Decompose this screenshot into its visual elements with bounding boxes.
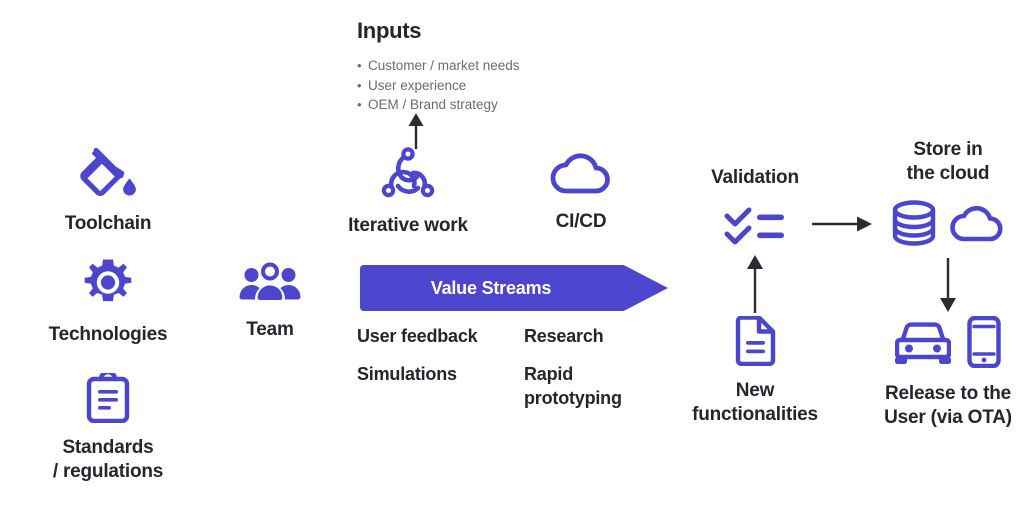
clipboard-icon xyxy=(8,373,208,423)
people-group-icon xyxy=(180,262,360,304)
paint-bucket-icon xyxy=(8,145,208,201)
validation-label: Validation xyxy=(711,167,799,188)
foundation-label-technologies: Technologies xyxy=(48,324,168,345)
release-icons xyxy=(858,316,1024,368)
store-cloud-icons xyxy=(858,200,1024,246)
new-functionalities-block: New functionalities xyxy=(665,316,845,427)
foundation-item-technologies: Technologies xyxy=(8,258,208,347)
cloud-icon xyxy=(500,148,662,198)
practice-label-iterative: Iterative work xyxy=(348,215,468,236)
foundation-item-standards: Standards / regulations xyxy=(8,373,208,484)
practice-item-cicd: CI/CD xyxy=(500,148,662,234)
cloud-outline-icon xyxy=(949,201,1005,245)
value-stream-item-simulations: Simulations xyxy=(357,364,457,384)
gear-icon xyxy=(8,258,208,310)
inputs-title: Inputs xyxy=(357,18,422,43)
arrow-cloud-to-release xyxy=(935,258,961,317)
value-streams-banner: Value Streams xyxy=(354,259,668,317)
foundation-label-toolchain: Toolchain xyxy=(64,213,152,234)
value-stream-item-research: Research xyxy=(524,326,604,346)
car-icon xyxy=(895,319,951,365)
store-cloud-label: Store in the cloud xyxy=(906,139,990,184)
list-item: OEM / Brand strategy xyxy=(357,95,520,115)
foundation-item-toolchain: Toolchain xyxy=(8,145,208,236)
team-label: Team xyxy=(246,319,294,340)
foundation-label-standards: Standards / regulations xyxy=(52,437,164,482)
inputs-block: Inputs Customer / market needs User expe… xyxy=(357,18,520,115)
practice-label-cicd: CI/CD xyxy=(555,211,607,232)
document-icon xyxy=(665,316,845,366)
release-block: Release to the User (via OTA) xyxy=(858,316,1024,430)
smartphone-icon xyxy=(967,316,1001,368)
value-stream-item-rapid-prototyping: Rapid prototyping xyxy=(524,364,622,408)
new-functionalities-label: New functionalities xyxy=(692,380,818,425)
store-cloud-block: Store in the cloud xyxy=(858,138,1024,246)
list-item: User experience xyxy=(357,76,520,96)
release-label: Release to the User (via OTA) xyxy=(884,383,1012,428)
value-stream-item-user-feedback: User feedback xyxy=(357,326,478,346)
diagram-canvas: Inputs Customer / market needs User expe… xyxy=(0,0,1024,506)
practice-item-iterative: Iterative work xyxy=(318,146,498,238)
value-stream-arrow-shape xyxy=(360,259,668,317)
arrow-functionalities-to-validation xyxy=(742,255,768,318)
iterative-cycle-icon xyxy=(318,146,498,204)
team-block: Team xyxy=(180,262,360,342)
inputs-bullet-list: Customer / market needs User experience … xyxy=(357,56,520,115)
database-icon xyxy=(891,200,937,246)
list-item: Customer / market needs xyxy=(357,56,520,76)
